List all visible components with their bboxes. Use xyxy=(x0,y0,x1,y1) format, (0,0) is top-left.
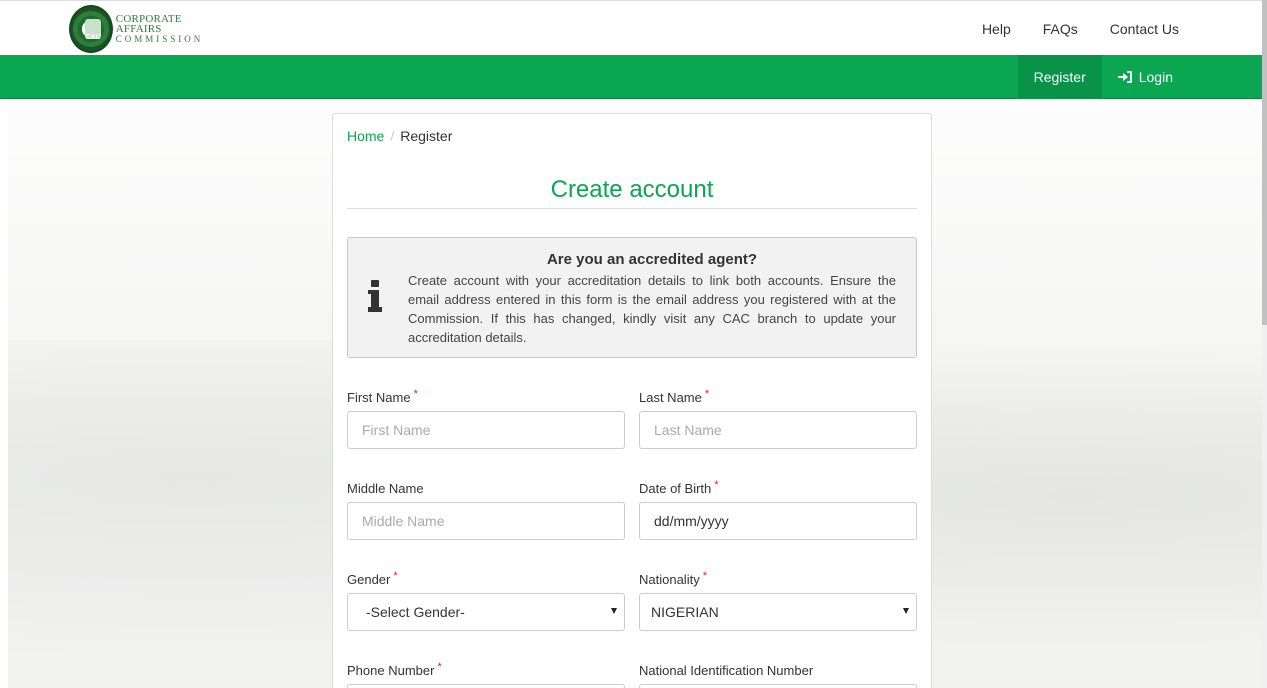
dob-label-text: Date of Birth xyxy=(639,481,712,496)
sign-in-icon xyxy=(1117,71,1132,83)
last-name-label-text: Last Name xyxy=(639,390,702,405)
login-label: Login xyxy=(1138,69,1173,85)
phone-label-text: Phone Number xyxy=(347,663,435,678)
page-scrollbar[interactable] xyxy=(1262,0,1267,688)
nav-faqs-link[interactable]: FAQs xyxy=(1043,21,1078,37)
scrollbar-thumb[interactable] xyxy=(1262,0,1267,325)
register-nav-button[interactable]: Register xyxy=(1017,55,1102,99)
nationality-value: NIGERIAN xyxy=(651,604,719,620)
cac-seal-icon: CAC xyxy=(69,5,113,53)
required-marker: * xyxy=(413,388,418,400)
dob-input[interactable]: dd/mm/yyyy xyxy=(639,502,917,540)
page-title: Create account xyxy=(550,176,714,203)
title-divider xyxy=(347,208,917,209)
middle-name-label: Middle Name xyxy=(347,481,424,496)
nationality-label: Nationality * xyxy=(639,570,707,587)
required-marker: * xyxy=(704,388,710,400)
phone-label: Phone Number * xyxy=(347,661,442,678)
required-marker: * xyxy=(393,570,398,582)
register-card: Home / Register Create account Are you an … xyxy=(332,113,932,688)
required-marker: * xyxy=(437,661,442,673)
gender-label: Gender * xyxy=(347,570,398,587)
top-nav: Help FAQs Contact Us xyxy=(950,1,1179,56)
logo-line2: COMMISSION xyxy=(115,34,204,44)
nav-help-link[interactable]: Help xyxy=(982,21,1011,37)
first-name-label-text: First Name xyxy=(347,390,411,405)
accredited-agent-alert: Are you an accredited agent? Create acco… xyxy=(347,237,917,358)
register-label: Register xyxy=(1033,69,1086,85)
breadcrumb-separator: / xyxy=(390,128,395,144)
dob-label: Date of Birth * xyxy=(639,479,719,496)
gender-label-text: Gender xyxy=(347,572,391,587)
alert-title: Are you an accredited agent? xyxy=(546,251,758,268)
phone-input[interactable] xyxy=(347,684,625,688)
top-header: CAC CORPORATE AFFAIRS COMMISSION Help FA… xyxy=(0,0,1267,55)
info-icon xyxy=(368,280,382,312)
first-name-label: First Name * xyxy=(347,388,418,405)
breadcrumb-current: Register xyxy=(400,128,453,144)
last-name-input[interactable] xyxy=(639,411,917,449)
seal-text: CAC xyxy=(85,34,101,41)
nationality-select[interactable]: NIGERIAN xyxy=(639,593,917,631)
nin-input[interactable] xyxy=(639,684,917,688)
alert-body: Create account with your accreditation d… xyxy=(408,273,896,345)
gender-value: -Select Gender- xyxy=(366,604,465,620)
cac-logo[interactable]: CAC CORPORATE AFFAIRS COMMISSION xyxy=(69,5,219,53)
dob-value: dd/mm/yyyy xyxy=(654,513,729,529)
breadcrumb: Home / Register xyxy=(347,128,452,144)
nin-label-text: National Identification Number xyxy=(639,663,814,678)
login-nav-button[interactable]: Login xyxy=(1102,55,1189,99)
chevron-down-icon xyxy=(903,608,909,614)
nin-label: National Identification Number xyxy=(639,663,813,678)
middle-name-input[interactable] xyxy=(347,502,625,540)
required-marker: * xyxy=(702,570,707,582)
nationality-label-text: Nationality xyxy=(639,572,700,587)
chevron-down-icon xyxy=(611,608,617,614)
main-nav-bar: Register Login xyxy=(0,55,1262,99)
middle-name-label-text: Middle Name xyxy=(347,481,424,496)
gender-select[interactable]: -Select Gender- xyxy=(347,593,625,631)
first-name-input[interactable] xyxy=(347,411,625,449)
nav-contact-link[interactable]: Contact Us xyxy=(1110,21,1179,37)
last-name-label: Last Name * xyxy=(639,388,710,405)
logo-line1: CORPORATE AFFAIRS xyxy=(115,13,182,35)
breadcrumb-home-link[interactable]: Home xyxy=(347,128,384,144)
required-marker: * xyxy=(714,479,719,491)
